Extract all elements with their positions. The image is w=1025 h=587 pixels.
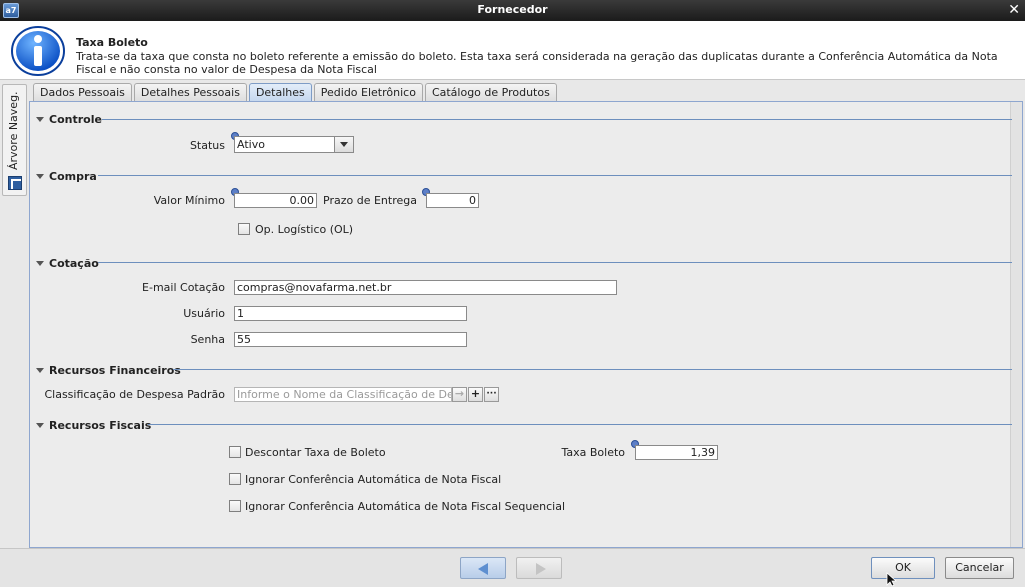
tab-detalhes[interactable]: Detalhes [248, 83, 312, 101]
valor-minimo-input[interactable]: 0.00 [234, 193, 317, 208]
close-icon[interactable]: ✕ [1008, 2, 1020, 18]
cancel-button[interactable]: Cancelar [945, 557, 1014, 579]
scrollbar[interactable] [1010, 102, 1022, 547]
previous-button[interactable] [460, 557, 506, 579]
email-cotacao-label: E-mail Cotação [142, 281, 225, 294]
prazo-entrega-label: Prazo de Entrega [323, 194, 417, 207]
window-title: Fornecedor [477, 3, 548, 16]
info-text: Trata-se da taxa que consta no boleto re… [76, 50, 998, 76]
info-icon [11, 26, 65, 76]
descontar-taxa-checkbox[interactable] [229, 446, 241, 458]
collapse-icon [36, 260, 44, 266]
divider [98, 262, 1012, 263]
collapse-icon [36, 116, 44, 122]
senha-label: Senha [190, 333, 225, 346]
arrow-left-icon [478, 563, 488, 575]
tab-bar: Dados Pessoais Detalhes Pessoais Detalhe… [33, 83, 557, 101]
prazo-entrega-input[interactable]: 0 [426, 193, 479, 208]
info-header: Taxa Boleto Trata-se da taxa que consta … [0, 21, 1025, 80]
section-compra-header[interactable]: Compra [36, 169, 97, 183]
divider [148, 424, 1012, 425]
section-cotacao-title: Cotação [49, 256, 99, 270]
more-icon[interactable]: ··· [484, 387, 499, 402]
status-value: Ativo [237, 138, 265, 151]
classificacao-input[interactable]: Informe o Nome da Classificação de Des [234, 387, 452, 402]
ignorar-conferencia-seq-checkbox[interactable] [229, 500, 241, 512]
status-label: Status [189, 139, 225, 152]
tree-icon [8, 176, 22, 190]
op-logistico-label: Op. Logístico (OL) [255, 223, 354, 236]
mouse-cursor-icon [886, 572, 898, 587]
tab-catalogo-produtos[interactable]: Catálogo de Produtos [424, 83, 557, 101]
usuario-label: Usuário [183, 307, 225, 320]
status-select[interactable]: Ativo [234, 136, 354, 153]
section-compra-title: Compra [49, 169, 97, 183]
collapse-icon [36, 367, 44, 373]
op-logistico-checkbox[interactable] [238, 223, 250, 235]
window-titlebar: a7 Fornecedor ✕ [0, 0, 1025, 21]
ignorar-conferencia-label: Ignorar Conferência Automática de Nota F… [245, 473, 502, 486]
taxa-boleto-input[interactable]: 1,39 [635, 445, 718, 460]
collapse-icon [36, 422, 44, 428]
ignorar-conferencia-seq-label: Ignorar Conferência Automática de Nota F… [245, 500, 565, 513]
section-controle-title: Controle [49, 112, 102, 126]
section-fiscais-title: Recursos Fiscais [49, 418, 152, 432]
descontar-taxa-label: Descontar Taxa de Boleto [245, 446, 386, 459]
info-title: Taxa Boleto [76, 36, 148, 49]
side-tab-label: Árvore Naveg. [7, 91, 20, 170]
section-controle-header[interactable]: Controle [36, 112, 102, 126]
usuario-input[interactable]: 1 [234, 306, 467, 321]
divider [173, 369, 1012, 370]
details-panel: Controle Status Ativo Compra Valor Mínim… [29, 101, 1023, 548]
collapse-icon [36, 173, 44, 179]
section-financeiros-title: Recursos Financeiros [49, 363, 181, 377]
valor-minimo-label: Valor Mínimo [153, 194, 225, 207]
arrow-right-icon[interactable]: → [452, 387, 467, 402]
classificacao-label: Classificação de Despesa Padrão [44, 388, 225, 401]
ignorar-conferencia-checkbox[interactable] [229, 473, 241, 485]
tab-detalhes-pessoais[interactable]: Detalhes Pessoais [133, 83, 247, 101]
senha-input[interactable]: 55 [234, 332, 467, 347]
tab-pedido-eletronico[interactable]: Pedido Eletrônico [313, 83, 423, 101]
section-financeiros-header[interactable]: Recursos Financeiros [36, 363, 181, 377]
arrow-right-icon [536, 563, 546, 575]
tab-dados-pessoais[interactable]: Dados Pessoais [33, 83, 132, 101]
divider [102, 119, 1012, 120]
section-cotacao-header[interactable]: Cotação [36, 256, 99, 270]
ok-button[interactable]: OK [871, 557, 935, 579]
footer-bar: OK Cancelar [0, 548, 1025, 587]
side-tab-navigation-tree[interactable]: Árvore Naveg. [2, 84, 27, 196]
add-icon[interactable]: + [468, 387, 483, 402]
next-button[interactable] [516, 557, 562, 579]
divider [98, 175, 1012, 176]
chevron-down-icon[interactable] [334, 137, 353, 152]
taxa-boleto-label: Taxa Boleto [561, 446, 625, 459]
section-fiscais-header[interactable]: Recursos Fiscais [36, 418, 151, 432]
email-cotacao-input[interactable]: compras@novafarma.net.br [234, 280, 617, 295]
